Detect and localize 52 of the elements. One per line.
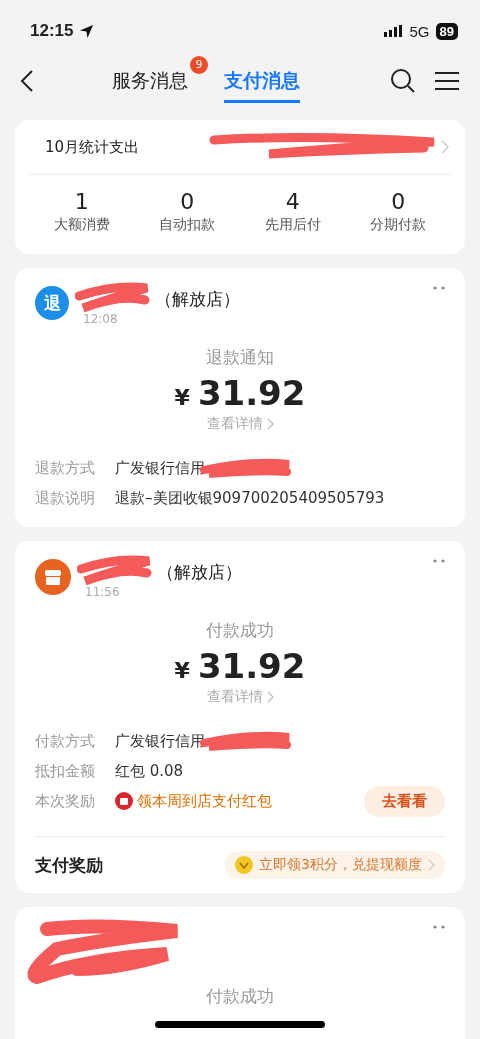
- footer-title: 支付奖励: [35, 853, 104, 877]
- menu-icon[interactable]: [434, 71, 460, 91]
- more-icon[interactable]: [433, 925, 445, 929]
- status-time: 12:15: [30, 21, 74, 41]
- count-badge: 9: [190, 55, 208, 74]
- gift-icon: [115, 792, 133, 810]
- more-icon[interactable]: [433, 559, 445, 563]
- row-label: 付款方式: [35, 731, 96, 751]
- amount: ¥ 31.92: [174, 373, 306, 413]
- refund-icon: 退: [35, 286, 69, 320]
- tab[interactable]: 服务消息: [112, 59, 188, 103]
- stat-label[interactable]: 分期付款: [370, 216, 427, 234]
- stat-label[interactable]: 先用后付: [264, 216, 321, 234]
- stat-value: 0: [180, 189, 195, 214]
- tab[interactable]: 支付消息: [224, 59, 300, 103]
- details-link[interactable]: 查看详情: [206, 415, 274, 433]
- more-icon[interactable]: [433, 286, 445, 290]
- network-label: 5G: [409, 22, 430, 40]
- row-label: 抵扣金额: [35, 761, 96, 781]
- signal-icon: [383, 25, 404, 37]
- view-button[interactable]: 去看看: [364, 785, 445, 817]
- merchant-name: （解放店）: [155, 287, 240, 311]
- chevron-icon: [266, 691, 274, 703]
- amount: ¥ 31.92: [174, 646, 306, 686]
- reward-link[interactable]: 领本周到店支付红包: [137, 791, 272, 811]
- search-icon[interactable]: [390, 68, 416, 94]
- summary-title: 10月统计支出: [45, 137, 141, 157]
- message-title: 付款成功: [205, 985, 275, 1008]
- details-link[interactable]: 查看详情: [206, 688, 274, 706]
- chevron-icon: [266, 418, 274, 430]
- merchant-name: （解放店）: [157, 560, 242, 584]
- message-time: 11:56: [85, 585, 121, 599]
- coin-icon: [235, 856, 254, 874]
- chevron-icon: [428, 859, 435, 871]
- stat-value: 0: [391, 189, 406, 214]
- stat-label[interactable]: 大额消费: [53, 216, 110, 234]
- back-icon[interactable]: [20, 69, 34, 93]
- row-value: 红包 0.08: [115, 761, 184, 781]
- shop-icon: [35, 559, 71, 595]
- row-value: 退款–美团收银909700205409505793: [115, 488, 385, 508]
- stat-label[interactable]: 自动扣款: [159, 216, 216, 234]
- message-title: 退款通知: [205, 346, 275, 369]
- row-label: 本次奖励: [35, 791, 96, 811]
- message-title: 付款成功: [205, 619, 275, 642]
- location-arrow-icon: [79, 23, 95, 39]
- points-promo-button[interactable]: 立即领3积分，兑提现额度: [225, 851, 445, 879]
- row-label: 退款方式: [35, 458, 96, 478]
- stat-value: 1: [74, 189, 89, 214]
- battery-indicator: 89: [435, 22, 458, 40]
- stat-value: 4: [285, 189, 300, 214]
- message-time: 12:08: [83, 312, 119, 326]
- row-label: 退款说明: [35, 488, 96, 508]
